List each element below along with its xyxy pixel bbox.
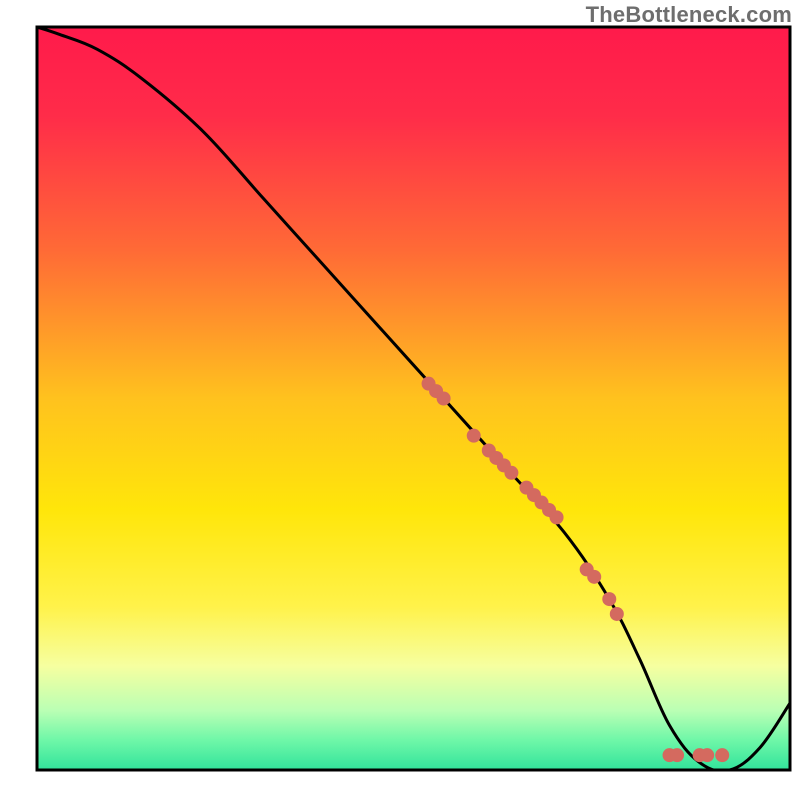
data-point	[504, 466, 518, 480]
data-point	[670, 748, 684, 762]
data-point	[715, 748, 729, 762]
data-point	[437, 392, 451, 406]
chart-svg	[0, 0, 800, 800]
data-point	[700, 748, 714, 762]
data-point	[610, 607, 624, 621]
data-point	[587, 570, 601, 584]
data-point	[467, 429, 481, 443]
chart-stage: TheBottleneck.com	[0, 0, 800, 800]
plot-background	[37, 27, 790, 770]
data-point	[602, 592, 616, 606]
data-point	[550, 510, 564, 524]
